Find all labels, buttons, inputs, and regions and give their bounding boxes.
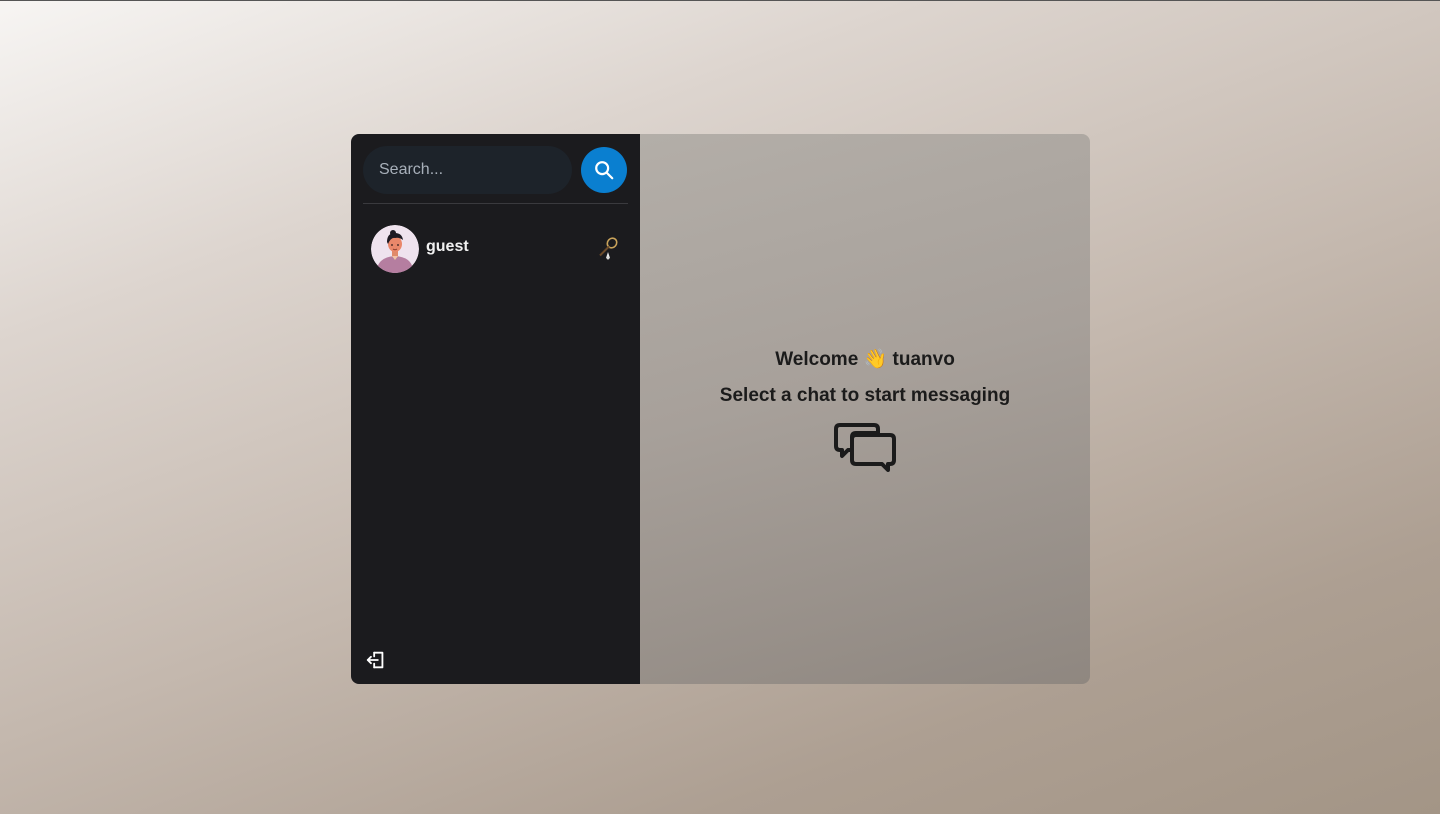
username: tuanvo bbox=[892, 348, 955, 370]
chat-app: guest Welcome 👋 tuanvo Select a chat to … bbox=[351, 134, 1090, 684]
conversation-item[interactable]: guest bbox=[363, 221, 628, 277]
logout-icon[interactable] bbox=[365, 649, 387, 671]
user-avatar bbox=[371, 225, 419, 273]
search-form bbox=[363, 146, 628, 194]
search-button[interactable] bbox=[581, 147, 627, 193]
welcome-message: Welcome 👋 tuanvo bbox=[775, 346, 955, 373]
divider bbox=[363, 203, 628, 204]
search-input[interactable] bbox=[363, 146, 572, 194]
conversation-name: guest bbox=[426, 238, 469, 255]
empty-chat-panel: Welcome 👋 tuanvo Select a chat to start … bbox=[640, 134, 1090, 684]
badminton-icon bbox=[599, 237, 618, 260]
welcome-prefix: Welcome bbox=[775, 348, 859, 370]
sidebar: guest bbox=[351, 134, 640, 684]
chat-bubbles-icon bbox=[834, 422, 896, 472]
select-chat-hint: Select a chat to start messaging bbox=[719, 384, 1011, 406]
search-icon bbox=[595, 161, 614, 180]
wave-emoji: 👋 bbox=[863, 347, 888, 370]
